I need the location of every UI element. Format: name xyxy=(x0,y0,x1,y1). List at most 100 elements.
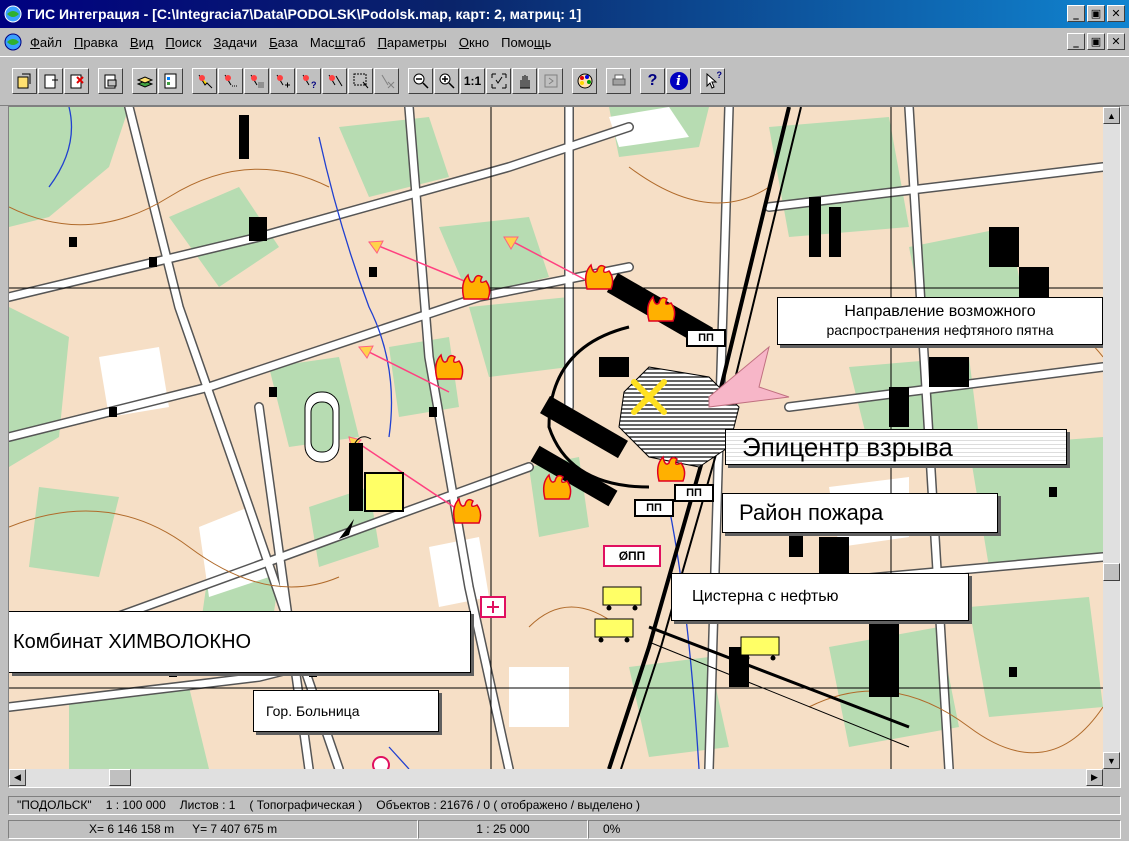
layers-button[interactable] xyxy=(132,68,157,94)
fit-view-button[interactable] xyxy=(486,68,511,94)
help-button[interactable]: ? xyxy=(640,68,665,94)
menu-item-text: оиск xyxy=(174,34,202,50)
view-scale: 1 : 25 000 xyxy=(476,822,530,836)
pp-marker: ПП xyxy=(674,484,714,502)
menu-item-text: ь xyxy=(544,34,552,50)
spread-direction-label: Направление возможного распространения н… xyxy=(777,297,1103,345)
epicenter-label-text: Эпицентр взрыва xyxy=(742,431,953,462)
select-area-button[interactable] xyxy=(218,68,243,94)
title-bar: ГИС Интеграция - [C:\Integracia7\Data\PO… xyxy=(0,0,1129,28)
menu-item-accelerator: щ xyxy=(533,34,545,50)
spread-label-line2: распространения нефтяного пятна xyxy=(826,322,1054,338)
map-window: ПП ПП ПП ØПП Направление возможного расп… xyxy=(8,106,1121,788)
plant-label: Комбинат ХИМВОЛОКНО xyxy=(9,611,471,673)
progress-panel: 0% xyxy=(588,819,1121,839)
map-info-panel: "ПОДОЛЬСК" 1 : 100 000 Листов : 1 ( Топо… xyxy=(8,795,1121,815)
close-button[interactable]: ✕ xyxy=(1107,5,1125,22)
info-button[interactable]: i xyxy=(666,68,691,94)
document-globe-icon[interactable] xyxy=(4,33,22,51)
palette-button[interactable] xyxy=(572,68,597,94)
fire-area-label: Район пожара xyxy=(722,493,998,533)
menu-item-5[interactable]: База xyxy=(263,35,304,50)
tank-label-text: Цистерна с нефтью xyxy=(692,588,839,605)
menu-item-text: ид xyxy=(138,34,154,50)
scrollbar-corner xyxy=(1103,769,1120,787)
minimize-button[interactable]: _ xyxy=(1067,5,1085,22)
menu-item-accelerator: В xyxy=(129,34,139,50)
x-coordinate: X= 6 146 158 m xyxy=(89,822,175,836)
coordinates-panel: X= 6 146 158 m Y= 7 407 675 m xyxy=(8,819,418,839)
map-name: "ПОДОЛЬСК" xyxy=(17,798,92,812)
pp-marker: ПП xyxy=(686,329,726,347)
menu-item-8[interactable]: Окно xyxy=(453,35,495,50)
open-map-button[interactable] xyxy=(12,68,37,94)
context-help-button[interactable]: ? xyxy=(700,68,725,94)
refresh-button[interactable] xyxy=(538,68,563,94)
menu-item-text: равка xyxy=(83,34,118,50)
doc-close-button[interactable]: ✕ xyxy=(1107,33,1125,50)
scroll-left-button[interactable]: ◀ xyxy=(9,769,26,786)
menu-bar: Файл Правка Вид Поиск Задачи База Масштаб Парам… xyxy=(0,28,1129,56)
hospital-label-text: Гор. Больница xyxy=(266,703,360,719)
plant-label-text: Комбинат ХИМВОЛОКНО xyxy=(13,630,252,653)
menu-item-text: адачи xyxy=(221,34,258,50)
toolbar: ? 1:1 ? i ? xyxy=(0,56,1129,106)
menu-item-accelerator: П xyxy=(377,34,387,50)
gpp-marker: ØПП xyxy=(603,545,661,567)
coordinate-statusbar: X= 6 146 158 m Y= 7 407 675 m 1 : 25 000… xyxy=(0,818,1129,840)
print-button[interactable] xyxy=(606,68,631,94)
menu-item-text: аза xyxy=(277,34,298,50)
tank-label: Цистерна с нефтью xyxy=(671,573,969,621)
context-help-mark: ? xyxy=(716,70,723,80)
maximize-button[interactable]: ▣ xyxy=(1087,5,1105,22)
menu-item-6[interactable]: Масштаб xyxy=(304,35,372,50)
deselect-button[interactable] xyxy=(322,68,347,94)
cancel-select-button[interactable] xyxy=(374,68,399,94)
horizontal-scroll-thumb[interactable] xyxy=(109,769,131,786)
select-layer-button[interactable] xyxy=(244,68,269,94)
scale-1-1-button[interactable]: 1:1 xyxy=(460,68,485,94)
menu-item-4[interactable]: Задачи xyxy=(207,35,263,50)
menu-item-3[interactable]: Поиск xyxy=(159,35,207,50)
menu-item-text: таб xyxy=(345,34,366,50)
app-globe-icon[interactable] xyxy=(4,5,22,23)
map-list-button[interactable] xyxy=(98,68,123,94)
menu-item-0[interactable]: Файл xyxy=(24,35,68,50)
scroll-up-button[interactable]: ▲ xyxy=(1103,107,1120,124)
doc-minimize-button[interactable]: _ xyxy=(1067,33,1085,50)
fire-area-label-text: Район пожара xyxy=(739,500,884,525)
scroll-right-button[interactable]: ▶ xyxy=(1086,769,1103,786)
add-map-button[interactable] xyxy=(38,68,63,94)
view-scale-panel: 1 : 25 000 xyxy=(418,819,588,839)
menu-item-9[interactable]: Помощь xyxy=(495,35,557,50)
scroll-down-button[interactable]: ▼ xyxy=(1103,752,1120,769)
window-title: ГИС Интеграция - [C:\Integracia7\Data\PO… xyxy=(27,6,582,22)
progress-value: 0% xyxy=(603,822,621,836)
map-scale: 1 : 100 000 xyxy=(105,798,166,812)
horizontal-scrollbar[interactable]: ◀ ▶ xyxy=(9,769,1103,787)
map-info-statusbar: "ПОДОЛЬСК" 1 : 100 000 Листов : 1 ( Топо… xyxy=(0,794,1129,816)
frame-select-button[interactable] xyxy=(348,68,373,94)
vertical-scroll-thumb[interactable] xyxy=(1103,563,1120,581)
menu-item-2[interactable]: Вид xyxy=(124,35,160,50)
menu-item-accelerator: О xyxy=(458,34,469,50)
add-selection-button[interactable] xyxy=(270,68,295,94)
menu-item-1[interactable]: Правка xyxy=(68,35,124,50)
zoom-in-button[interactable] xyxy=(434,68,459,94)
y-coordinate: Y= 7 407 675 m xyxy=(192,822,278,836)
query-select-button[interactable]: ? xyxy=(296,68,321,94)
doc-maximize-button[interactable]: ▣ xyxy=(1087,33,1105,50)
menu-item-text: айл xyxy=(39,34,62,50)
close-map-button[interactable] xyxy=(64,68,89,94)
select-object-button[interactable] xyxy=(192,68,217,94)
object-count: Объектов : 21676 / 0 ( отображено / выде… xyxy=(376,798,640,812)
legend-button[interactable] xyxy=(158,68,183,94)
map-canvas[interactable]: ПП ПП ПП ØПП Направление возможного расп… xyxy=(9,107,1103,769)
menu-item-accelerator: Б xyxy=(269,34,278,50)
zoom-out-button[interactable] xyxy=(408,68,433,94)
menu-item-7[interactable]: Параметры xyxy=(372,35,453,50)
menu-item-text: Мас xyxy=(309,34,335,50)
pan-hand-button[interactable] xyxy=(512,68,537,94)
vertical-scrollbar[interactable]: ▲ ▼ xyxy=(1103,107,1120,769)
menu-item-accelerator: ш xyxy=(334,34,346,50)
